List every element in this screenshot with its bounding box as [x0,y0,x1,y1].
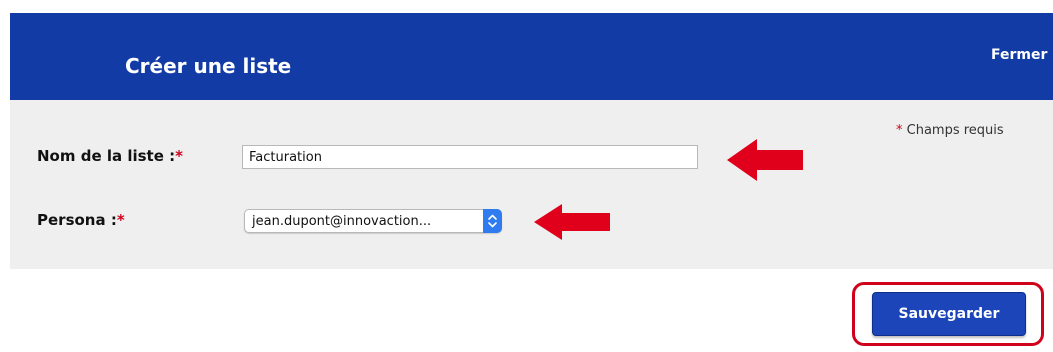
required-fields-note: * Champs requis [896,123,1004,138]
form-panel: * Champs requis Nom de la liste :* Perso… [10,100,1053,269]
list-name-label-text: Nom de la liste : [37,147,176,165]
persona-label-text: Persona : [37,211,117,229]
red-arrow-left-icon [727,139,803,181]
persona-select[interactable]: jean.dupont@innovaction... [244,209,502,233]
dialog-header: Créer une liste Fermer [10,13,1053,100]
required-star: * [175,147,183,165]
dialog-title: Créer une liste [125,54,292,78]
list-name-label: Nom de la liste :* [37,147,183,165]
persona-selected-value: jean.dupont@innovaction... [252,214,432,229]
save-button[interactable]: Sauvegarder [872,292,1026,336]
required-star: * [116,211,125,229]
chevron-up-down-icon[interactable] [483,209,502,233]
persona-label: Persona :* [37,211,125,229]
required-note-text: Champs requis [902,123,1004,138]
list-name-input[interactable] [242,145,698,169]
red-arrow-left-icon [534,204,610,240]
close-link[interactable]: Fermer [991,48,1047,62]
